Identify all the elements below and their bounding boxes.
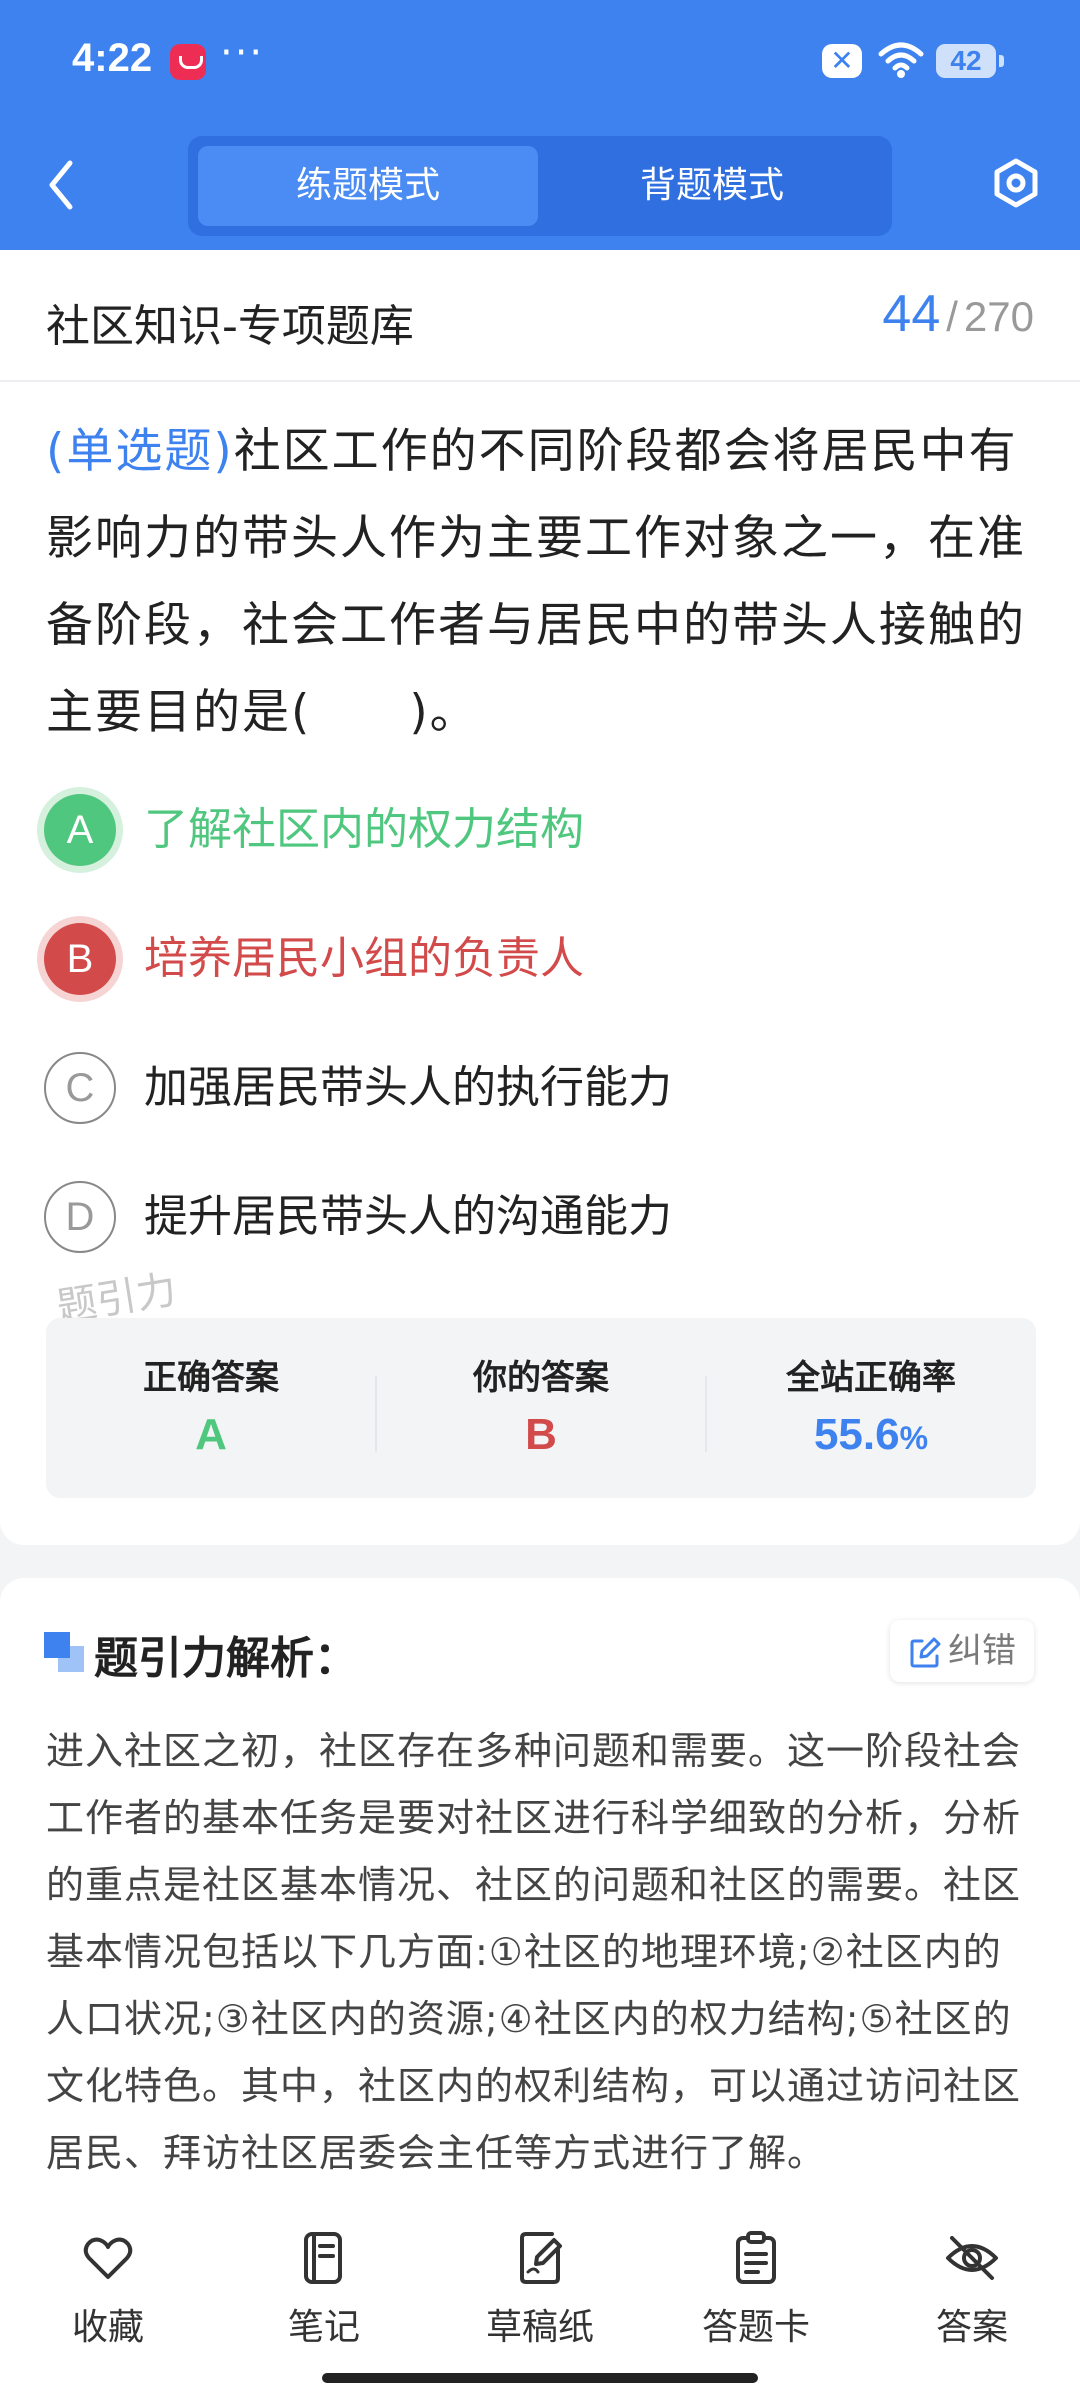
- option-text: 了解社区内的权力结构: [144, 804, 584, 855]
- answer-sheet-icon: [736, 2231, 776, 2284]
- option-text: 提升居民带头人的沟通能力: [144, 1191, 672, 1242]
- answer-stats: 正确答案 A 你的答案 B 全站正确率 55.6%: [46, 1318, 1036, 1498]
- nav-label: 草稿纸: [485, 2307, 594, 2348]
- nav-label: 答案: [935, 2307, 1008, 2348]
- option-text: 培养居民小组的负责人: [144, 933, 584, 984]
- option-text: 加强居民带头人的执行能力: [144, 1062, 672, 1113]
- analysis-card: 题引力解析： 纠错 进入社区之初，社区存在多种问题和需要。这一阶段社会工作者的基…: [0, 1578, 1080, 2188]
- your-answer-value: B: [525, 1410, 557, 1459]
- battery-icon: 42: [936, 44, 1004, 78]
- bottom-toolbar: 收藏 笔记 草稿纸 答题卡 答案: [0, 2188, 1080, 2400]
- notes-button[interactable]: 笔记: [224, 2230, 424, 2350]
- analysis-title: 题引力解析：: [94, 1633, 358, 1684]
- accuracy-number: 55.6: [813, 1410, 900, 1459]
- accuracy-unit: %: [899, 1420, 929, 1456]
- wifi-icon: [878, 42, 924, 78]
- favorite-button[interactable]: 收藏: [8, 2230, 208, 2350]
- status-time: 4:22: [72, 36, 153, 80]
- progress-separator: /: [946, 293, 958, 340]
- eye-off-icon: [946, 2236, 998, 2280]
- nfc-off-icon: ✕: [822, 44, 862, 78]
- report-error-button[interactable]: 纠错: [890, 1620, 1034, 1682]
- settings-icon[interactable]: [988, 155, 1044, 211]
- stat-your-answer: 你的答案 B: [376, 1318, 706, 1498]
- edit-icon: [910, 1637, 941, 1667]
- notification-app-icon: [170, 44, 206, 80]
- nav-label: 笔记: [287, 2307, 360, 2348]
- nav-label: 答题卡: [701, 2307, 810, 2348]
- divider: [0, 380, 1080, 382]
- correct-answer-value: A: [195, 1410, 227, 1459]
- draft-paper-button[interactable]: 草稿纸: [440, 2230, 640, 2350]
- stat-label: 正确答案: [143, 1358, 279, 1398]
- option-a[interactable]: A 了解社区内的权力结构: [44, 786, 1034, 876]
- stat-label: 全站正确率: [786, 1358, 956, 1398]
- progress-current: 44: [882, 285, 941, 343]
- draft-icon: [520, 2232, 562, 2284]
- show-answer-button[interactable]: 答案: [872, 2230, 1072, 2350]
- option-c[interactable]: C 加强居民带头人的执行能力: [44, 1044, 1034, 1134]
- option-letter: D: [44, 1181, 116, 1253]
- analysis-text: 进入社区之初，社区存在多种问题和需要。这一阶段社会工作者的基本任务是要对社区进行…: [46, 1729, 1022, 2175]
- option-letter: B: [44, 923, 116, 995]
- notebook-icon: [304, 2232, 342, 2284]
- accuracy-value: 55.6%: [706, 1410, 1036, 1460]
- progress-total: 270: [963, 293, 1034, 340]
- option-letter: A: [44, 794, 116, 866]
- header: 4:22 ··· ✕ 42 练题模式 背题模式: [0, 0, 1080, 250]
- question-text: (单选题)社区工作的不同阶段都会将居民中有影响力的带头人作为主要工作对象之一，在…: [46, 408, 1036, 756]
- nav-label: 收藏: [71, 2307, 144, 2348]
- option-letter: C: [44, 1052, 116, 1124]
- option-b[interactable]: B 培养居民小组的负责人: [44, 915, 1034, 1005]
- stat-correct-answer: 正确答案 A: [46, 1318, 376, 1498]
- tab-memorize-mode[interactable]: 背题模式: [542, 146, 882, 226]
- question-progress: 44/270: [882, 284, 1034, 344]
- option-d[interactable]: D 提升居民带头人的沟通能力: [44, 1173, 1034, 1263]
- more-notifications-icon: ···: [220, 30, 265, 76]
- stat-label: 你的答案: [473, 1358, 609, 1398]
- analysis-icon: [44, 1632, 84, 1672]
- question-card: 社区知识-专项题库 44/270 (单选题)社区工作的不同阶段都会将居民中有影响…: [0, 250, 1080, 1545]
- heart-icon: [83, 2237, 133, 2279]
- answer-sheet-button[interactable]: 答题卡: [656, 2230, 856, 2350]
- tab-practice-mode[interactable]: 练题模式: [198, 146, 538, 226]
- home-indicator[interactable]: [322, 2373, 758, 2383]
- mode-switch: 练题模式 背题模式: [188, 136, 892, 236]
- question-bank-title: 社区知识-专项题库: [46, 301, 414, 352]
- question-type: (单选题): [46, 424, 234, 479]
- report-error-label: 纠错: [948, 1631, 1016, 1671]
- stat-accuracy: 全站正确率 55.6%: [706, 1318, 1036, 1498]
- back-icon[interactable]: [40, 155, 80, 215]
